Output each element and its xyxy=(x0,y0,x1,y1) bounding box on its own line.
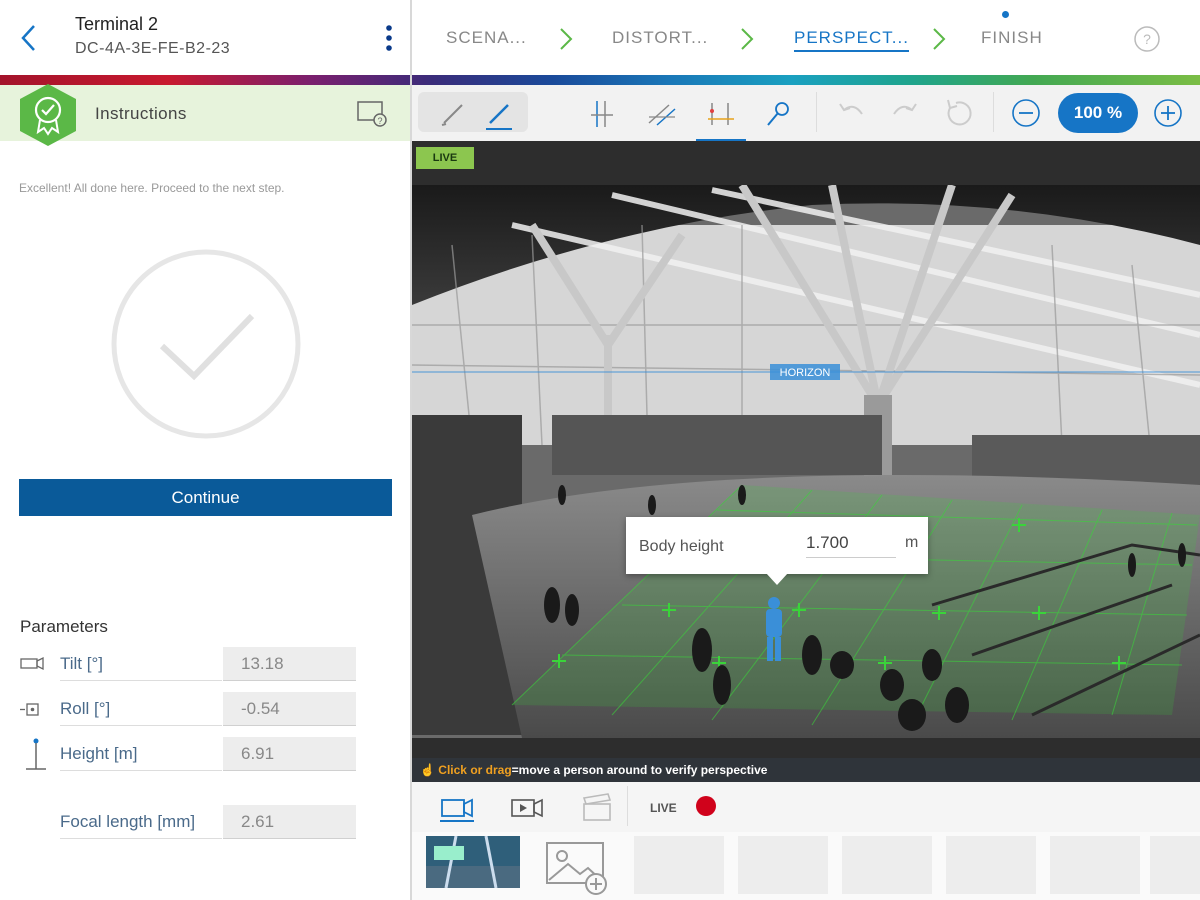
toolbar-separator xyxy=(993,92,994,132)
instructions-text: Excellent! All done here. Proceed to the… xyxy=(19,181,285,195)
measure-tool-icon[interactable] xyxy=(704,97,738,131)
person-probe-icon[interactable] xyxy=(762,97,796,131)
tilt-value: 13.18 xyxy=(223,647,356,681)
toolbar-separator xyxy=(816,92,817,132)
empty-snapshot-slot xyxy=(1150,836,1200,894)
empty-snapshot-slot xyxy=(738,836,828,894)
instructions-help-icon[interactable]: ? xyxy=(356,98,390,130)
continue-button[interactable]: Continue xyxy=(19,479,392,516)
camera-live-view[interactable]: HORIZON xyxy=(412,185,1200,738)
horizon-label: HORIZON xyxy=(780,367,831,379)
instructions-title: Instructions xyxy=(95,104,187,123)
hint-action: Click or drag xyxy=(438,763,512,777)
video-recording-icon[interactable] xyxy=(510,794,544,822)
step-distortion[interactable]: DISTORT... xyxy=(612,28,708,48)
bottom-live-label: LIVE xyxy=(650,801,677,815)
tilt-camera-icon xyxy=(20,656,44,671)
focal-length-label: Focal length [mm] xyxy=(60,812,222,839)
touch-icon: ☝ xyxy=(420,763,435,777)
more-options-icon[interactable] xyxy=(378,22,400,56)
hint-text: =move a person around to verify perspect… xyxy=(511,763,768,777)
zoom-in-icon[interactable] xyxy=(1151,96,1185,130)
zoom-out-icon[interactable] xyxy=(1009,96,1043,130)
zoom-level[interactable]: 100 % xyxy=(1058,93,1138,133)
help-icon[interactable]: ? xyxy=(1133,25,1161,53)
empty-snapshot-slot xyxy=(1050,836,1140,894)
completed-check-icon xyxy=(111,249,301,439)
brand-color-bar xyxy=(0,75,1200,85)
tilt-label: Tilt [°] xyxy=(60,654,222,681)
step-scenario[interactable]: SCENA... xyxy=(446,28,527,48)
height-pole-icon xyxy=(26,738,46,770)
chevron-right-icon xyxy=(741,28,754,50)
camera-icon[interactable] xyxy=(440,794,474,822)
back-icon[interactable] xyxy=(14,20,44,56)
next-step-indicator xyxy=(1002,11,1009,18)
focal-length-value: 2.61 xyxy=(223,805,356,839)
step-finish[interactable]: FINISH xyxy=(981,28,1043,48)
undo-icon[interactable] xyxy=(834,96,868,130)
horizontal-line-tool-icon[interactable] xyxy=(645,97,679,131)
svg-text:?: ? xyxy=(1143,31,1151,47)
device-title: Terminal 2 xyxy=(75,14,159,34)
body-height-unit: m xyxy=(905,534,919,551)
hint-bar: ☝ Click or drag=move a person around to … xyxy=(412,758,1200,782)
roll-icon xyxy=(20,703,39,716)
clapperboard-icon[interactable] xyxy=(580,792,614,822)
popup-pointer xyxy=(766,573,788,585)
redo-icon[interactable] xyxy=(888,96,922,130)
live-badge: LIVE xyxy=(416,147,474,169)
device-mac-address: DC-4A-3E-FE-B2-23 xyxy=(75,40,231,57)
height-label: Height [m] xyxy=(60,744,222,771)
pencil-active-icon[interactable] xyxy=(482,97,516,131)
toolbar-separator xyxy=(627,786,628,826)
svg-text:?: ? xyxy=(377,116,382,126)
success-badge-icon xyxy=(20,84,76,146)
chevron-right-icon xyxy=(560,28,573,50)
chevron-right-icon xyxy=(933,28,946,50)
pencil-icon[interactable] xyxy=(436,97,470,131)
record-indicator[interactable] xyxy=(696,796,716,816)
add-image-icon[interactable] xyxy=(544,840,610,896)
wizard-steps: SCENA... DISTORT... PERSPECT... FINISH ? xyxy=(413,0,1200,76)
device-header xyxy=(0,0,411,76)
empty-snapshot-slot xyxy=(842,836,932,894)
body-height-input[interactable]: 1.700 xyxy=(806,533,896,558)
roll-label: Roll [°] xyxy=(60,699,222,726)
reset-icon[interactable] xyxy=(942,96,976,130)
step-perspective[interactable]: PERSPECT... xyxy=(794,28,909,52)
roll-value: -0.54 xyxy=(223,692,356,726)
parameters-title: Parameters xyxy=(20,617,108,636)
body-height-label: Body height xyxy=(639,538,724,555)
empty-snapshot-slot xyxy=(634,836,724,894)
vertical-line-tool-icon[interactable] xyxy=(585,97,619,131)
height-value: 6.91 xyxy=(223,737,356,771)
snapshot-thumbnail[interactable] xyxy=(426,836,520,888)
empty-snapshot-slot xyxy=(946,836,1036,894)
